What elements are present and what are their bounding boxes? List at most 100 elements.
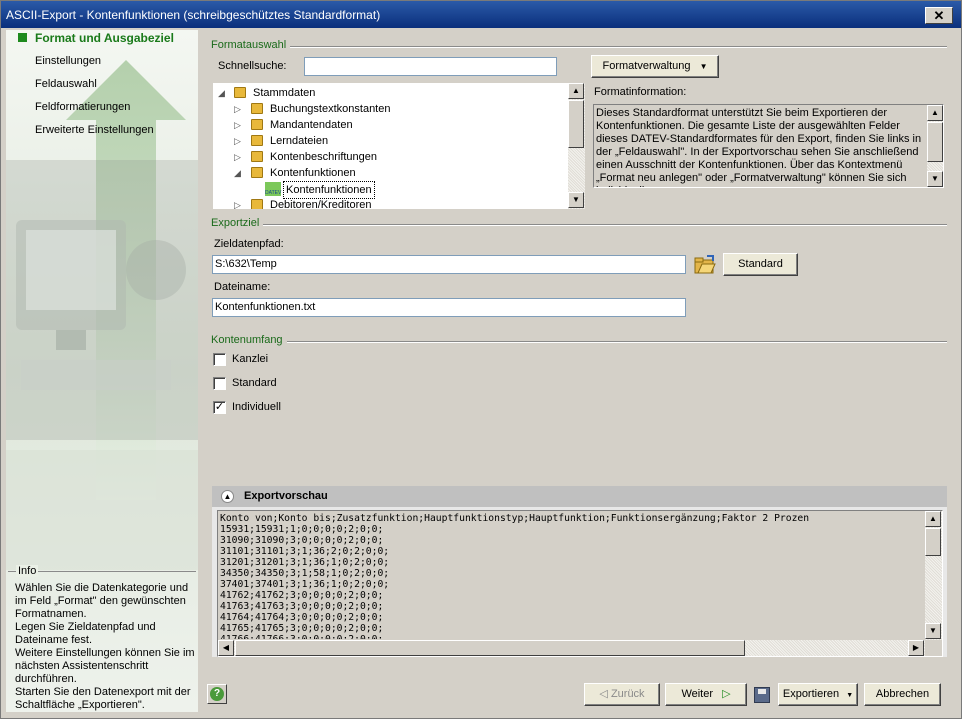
- nav-label: Feldauswahl: [35, 78, 97, 90]
- exportziel-header: Exportziel: [211, 217, 947, 231]
- wizard-sidebar: Format und Ausgabeziel Einstellungen Fel…: [6, 30, 198, 712]
- next-arrow-icon: ▷: [722, 688, 731, 700]
- scroll-up-icon[interactable]: ▲: [927, 105, 943, 121]
- nav-format-und-ausgabeziel[interactable]: Format und Ausgabeziel: [6, 30, 198, 53]
- exportziel-legend: Exportziel: [211, 217, 264, 229]
- collapse-chevron-icon[interactable]: ▲: [221, 490, 234, 503]
- formatinformation-label: Formatinformation:: [594, 86, 687, 98]
- preview-line: 37401;37401;3;1;36;1;0;2;0;0;: [220, 579, 390, 590]
- preview-line: 34350;34350;3;1;58;1;0;2;0;0;: [220, 568, 390, 579]
- dateiname-input[interactable]: Kontenfunktionen.txt: [212, 298, 686, 317]
- preview-line: 31101;31101;3;1;36;2;0;2;0;0;: [220, 546, 390, 557]
- scroll-left-icon[interactable]: ◀: [218, 640, 234, 656]
- close-button[interactable]: ✕: [925, 7, 953, 24]
- exportvorschau-panel: Konto von;Konto bis;Zusatzfunktion;Haupt…: [212, 507, 947, 657]
- dropdown-arrow-icon: ▼: [846, 692, 854, 699]
- nav-einstellungen[interactable]: Einstellungen: [6, 53, 198, 76]
- next-label: Weiter: [681, 688, 714, 700]
- active-step-bullet: [18, 33, 27, 42]
- abbrechen-button[interactable]: Abbrechen: [864, 683, 941, 706]
- scroll-up-icon[interactable]: ▲: [568, 83, 584, 99]
- exportvorschau-textbox[interactable]: Konto von;Konto bis;Zusatzfunktion;Haupt…: [217, 510, 943, 657]
- window-title: ASCII-Export - Kontenfunktionen (schreib…: [6, 8, 381, 22]
- expand-icon[interactable]: ▷: [234, 197, 244, 209]
- scroll-thumb[interactable]: [927, 122, 943, 162]
- datev-format-icon: DATEV: [265, 182, 281, 196]
- tree-label: Buchungstextkonstanten: [270, 103, 391, 115]
- checkbox-box-checked[interactable]: ✓: [213, 401, 226, 414]
- expand-icon[interactable]: ◢: [218, 85, 228, 101]
- formatauswahl-legend: Formatauswahl: [211, 39, 291, 51]
- scroll-down-icon[interactable]: ▼: [925, 623, 941, 639]
- dateiname-label: Dateiname:: [214, 281, 271, 293]
- checkbox-box[interactable]: [213, 353, 226, 366]
- expand-icon[interactable]: ▷: [234, 149, 244, 165]
- preview-vscrollbar[interactable]: ▲ ▼: [925, 511, 942, 640]
- nav-label: Format und Ausgabeziel: [35, 31, 174, 45]
- schnellsuche-label: Schnellsuche:: [218, 60, 287, 72]
- tree-label: Kontenfunktionen: [270, 167, 356, 179]
- exportieren-button[interactable]: Exportieren ▼: [778, 683, 858, 706]
- format-tree[interactable]: ◢ Stammdaten ▷ Buchungstextkonstanten ▷ …: [213, 83, 585, 209]
- folder-browse-icon[interactable]: [694, 254, 716, 275]
- scroll-thumb[interactable]: [235, 640, 745, 656]
- help-button[interactable]: ?: [207, 684, 227, 704]
- back-button[interactable]: ◁ Zurück: [584, 683, 660, 706]
- scroll-up-icon[interactable]: ▲: [925, 511, 941, 527]
- info-box: Info Wählen Sie die Datenkategorie und i…: [8, 565, 196, 711]
- scroll-thumb[interactable]: [568, 100, 584, 148]
- preview-line: 15931;15931;1;0;0;0;0;2;0;0;: [220, 524, 384, 535]
- nav-erweiterte-einstellungen[interactable]: Erweiterte Einstellungen: [6, 122, 198, 145]
- wizard-steps-nav: Format und Ausgabeziel Einstellungen Fel…: [6, 30, 198, 145]
- info-scrollbar[interactable]: ▲ ▼: [927, 105, 943, 187]
- nav-label: Feldformatierungen: [35, 101, 131, 113]
- title-bar[interactable]: ASCII-Export - Kontenfunktionen (schreib…: [1, 1, 961, 28]
- tree-label: Kontenbeschriftungen: [270, 151, 378, 163]
- folder-icon: [251, 119, 263, 130]
- nav-feldauswahl[interactable]: Feldauswahl: [6, 76, 198, 99]
- kontenumfang-header: Kontenumfang: [211, 334, 947, 348]
- expand-icon[interactable]: ◢: [234, 165, 244, 181]
- exportvorschau-title: Exportvorschau: [244, 490, 328, 502]
- kontenumfang-legend: Kontenumfang: [211, 334, 287, 346]
- expand-icon[interactable]: ▷: [234, 133, 244, 149]
- tree-scrollbar[interactable]: ▲ ▼: [568, 83, 585, 209]
- folder-icon: [251, 151, 263, 162]
- exportvorschau-header[interactable]: ▲ Exportvorschau: [212, 486, 947, 507]
- nav-label: Erweiterte Einstellungen: [35, 124, 154, 136]
- scroll-down-icon[interactable]: ▼: [568, 192, 584, 208]
- scroll-thumb[interactable]: [925, 528, 941, 556]
- standard-path-button[interactable]: Standard: [723, 253, 798, 276]
- help-icon: ?: [210, 687, 224, 701]
- expand-icon[interactable]: ▷: [234, 101, 244, 117]
- preview-lines: Konto von;Konto bis;Zusatzfunktion;Haupt…: [220, 513, 924, 639]
- checkbox-label: Kanzlei: [232, 353, 269, 365]
- schnellsuche-input[interactable]: [304, 57, 557, 76]
- folder-icon: [251, 103, 263, 114]
- folder-icon: [251, 167, 263, 178]
- nav-label: Einstellungen: [35, 55, 102, 67]
- formatauswahl-header: Formatauswahl: [211, 39, 947, 53]
- next-button[interactable]: Weiter ▷: [665, 683, 747, 706]
- preview-line: 41765;41765;3;0;0;0;0;2;0;0;: [220, 623, 384, 634]
- scroll-right-icon[interactable]: ▶: [908, 640, 924, 656]
- nav-feldformatierungen[interactable]: Feldformatierungen: [6, 99, 198, 122]
- formatinformation-box[interactable]: Dieses Standardformat unterstützt Sie be…: [593, 104, 944, 188]
- save-icon[interactable]: [754, 687, 770, 703]
- zieldatenpfad-input[interactable]: S:\632\Temp: [212, 255, 686, 274]
- info-text: Wählen Sie die Datenkategorie und im Fel…: [15, 582, 195, 711]
- checkbox-box[interactable]: [213, 377, 226, 390]
- exportieren-label: Exportieren: [782, 688, 840, 700]
- preview-line: 31201;31201;3;1;36;1;0;2;0;0;: [220, 557, 390, 568]
- tree-label: Lerndateien: [270, 135, 329, 147]
- preview-hscrollbar[interactable]: ◀ ▶: [218, 640, 925, 656]
- formatverwaltung-button[interactable]: Formatverwaltung ▼: [591, 55, 719, 78]
- expand-icon[interactable]: ▷: [234, 117, 244, 133]
- scroll-down-icon[interactable]: ▼: [927, 171, 943, 187]
- folder-icon: [251, 199, 263, 209]
- zieldatenpfad-label: Zieldatenpfad:: [214, 238, 284, 250]
- tree-label: Mandantendaten: [270, 119, 353, 131]
- formatverwaltung-label: Formatverwaltung: [602, 60, 691, 72]
- tree-label: Debitoren/Kreditoren: [270, 199, 372, 209]
- folder-icon: [234, 87, 246, 98]
